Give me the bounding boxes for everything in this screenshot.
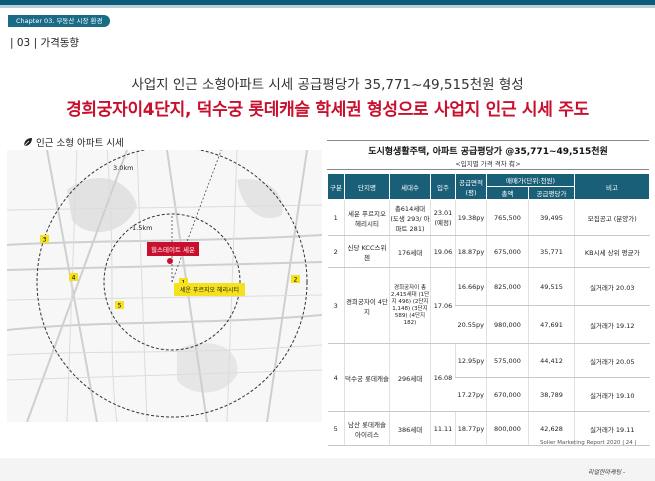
svg-text:5: 5 [118, 303, 122, 310]
svg-text:3: 3 [43, 237, 47, 244]
cell-area: 18.87py [455, 235, 487, 268]
cell-per-pyeong: 38,789 [528, 377, 575, 412]
cell-area: 16.66py [455, 267, 487, 306]
cell-total: 825,000 [486, 267, 529, 306]
sub-headline: 사업지 인근 소형아파트 시세 공급평당가 35,771~49,515천원 형성 [131, 77, 524, 93]
site-label: 힐스테이트 세운 [147, 242, 199, 256]
col-header-per-pyeong: 공급평당가 [528, 186, 575, 200]
cell-no: 4 [327, 343, 345, 412]
cell-area: 19.38py [455, 199, 487, 236]
col-header-price-group: 매매가(단위:천원) [486, 173, 575, 187]
cell-move-in: 19.06 [430, 235, 456, 268]
map-marker-5: 5 [115, 301, 124, 310]
svg-text:4: 4 [72, 275, 76, 282]
cell-move-in: 11.11 [430, 411, 456, 446]
cell-total: 675,000 [486, 235, 529, 268]
table-title-box: 도시형생활주택, 아파트 공급평당가 @35,771~49,515천원 <입지별… [327, 140, 649, 170]
section-title: | 03 | 가격동향 [10, 37, 80, 49]
col-header-no: 구분 [327, 173, 345, 200]
cell-name: 덕수궁 롯데캐슬 [344, 343, 390, 412]
table-title: 도시형생활주택, 아파트 공급평당가 @35,771~49,515천원 [368, 147, 608, 157]
cell-name: 신당 KCC스위첸 [344, 235, 390, 268]
table-row: 4 덕수궁 롯데캐슬 296세대 16.08 12.95py 575,000 4… [327, 343, 650, 412]
table-row: 3 경희궁자이 4단지 경희궁자이 총 2,415세대 (1단지 496) (2… [327, 267, 650, 344]
col-header-note: 비고 [574, 173, 650, 200]
cell-name: 경희궁자이 4단지 [344, 267, 390, 344]
site-pin-icon [167, 258, 173, 264]
cell-area: 18.77py [455, 411, 487, 446]
cell-total: 575,000 [486, 343, 529, 378]
radius-outer-label: 3.0km [113, 164, 134, 172]
cell-name: 남산 롯데캐슬 아이리스 [344, 411, 390, 446]
map-section-label: 인근 소형 아파트 시세 [23, 135, 124, 149]
table-subtitle: <입지별 가격 격차 有> [455, 160, 521, 168]
cell-area: 20.55py [455, 305, 487, 344]
col-header-total: 총액 [486, 186, 529, 200]
table-row: 1 세운 푸르지오 헤리시티 총614세대 (도생 293/ 아파트 281) … [327, 199, 650, 236]
col-header-area: 공급면적(평) [455, 173, 487, 200]
location-map: 3 4 5 1 2 3.0km 1.5km 힐스테이트 세운 세운 푸르지오 헤… [7, 150, 322, 422]
cell-note: 실거래가 19.10 [574, 377, 650, 412]
chapter-tag: Chapter 03. 부동산 시장 환경 [8, 15, 111, 27]
map-marker-3: 3 [40, 235, 49, 244]
cell-move-in: 16.08 [430, 343, 456, 412]
cell-per-pyeong: 39,495 [528, 199, 575, 236]
cell-move-in: 17.06 [430, 267, 456, 344]
complex-label: 세운 푸르지오 헤리시티 [174, 283, 246, 296]
map-marker-4: 4 [69, 273, 78, 282]
cell-units: 총614세대 (도생 293/ 아파트 281) [389, 199, 431, 236]
cell-name: 세운 푸르지오 헤리시티 [344, 199, 390, 236]
footer-page-note: Solier Marketing Report 2020 | 24 | [540, 440, 637, 446]
leaf-icon [23, 138, 32, 147]
cell-per-pyeong: 35,771 [528, 235, 575, 268]
report-page: Chapter 03. 부동산 시장 환경 | 03 | 가격동향 사업지 인근… [0, 0, 655, 458]
cell-total: 980,000 [486, 305, 529, 344]
cell-no: 5 [327, 411, 345, 446]
cell-move-in: 23.01 (예정) [430, 199, 456, 236]
cell-area: 17.27py [455, 377, 487, 412]
cell-no: 3 [327, 267, 345, 344]
cell-note: 실거래가 20.05 [574, 343, 650, 378]
bottom-strip [0, 458, 655, 481]
map-section-label-text: 인근 소형 아파트 시세 [36, 138, 124, 149]
col-header-units: 세대수 [389, 173, 431, 200]
price-table: 구분 단지명 세대수 입주 공급면적(평) 매매가(단위:천원) 비고 총액 공… [327, 173, 650, 446]
cell-note: KB시세 상위 평균가 [574, 235, 650, 268]
cell-units: 경희궁자이 총 2,415세대 (1단지 496) (2단지 1,148) (3… [389, 267, 431, 344]
cell-units: 296세대 [389, 343, 431, 412]
cell-no: 1 [327, 199, 345, 236]
cell-per-pyeong: 49,515 [528, 267, 575, 306]
cell-per-pyeong: 44,412 [528, 343, 575, 378]
cell-note: 모집공고 (분양가) [574, 199, 650, 236]
cell-total: 800,000 [486, 411, 529, 446]
col-header-move-in: 입주 [430, 173, 456, 200]
cell-area: 12.95py [455, 343, 487, 378]
cell-no: 2 [327, 235, 345, 268]
cell-total: 670,000 [486, 377, 529, 412]
top-accent-bar-light [0, 5, 655, 8]
map-graphic: 3 4 5 1 2 [7, 150, 322, 422]
map-marker-2: 2 [291, 275, 300, 284]
cell-per-pyeong: 47,691 [528, 305, 575, 344]
cell-units: 176세대 [389, 235, 431, 268]
main-headline: 경희궁자이4단지, 덕수궁 롯데캐슬 학세권 형성으로 사업지 인근 시세 주도 [66, 100, 589, 120]
col-header-name: 단지명 [344, 173, 390, 200]
cell-note: 실거래가 19.12 [574, 305, 650, 344]
cell-total: 765,500 [486, 199, 529, 236]
table-row: 2 신당 KCC스위첸 176세대 19.06 18.87py 675,000 … [327, 235, 650, 268]
radius-inner-label: 1.5km [132, 224, 153, 232]
cell-units: 386세대 [389, 411, 431, 446]
cell-note: 실거래가 20.03 [574, 267, 650, 306]
brand-logo-text: 리얼한마케팅 - [588, 469, 626, 476]
svg-text:2: 2 [294, 277, 298, 284]
